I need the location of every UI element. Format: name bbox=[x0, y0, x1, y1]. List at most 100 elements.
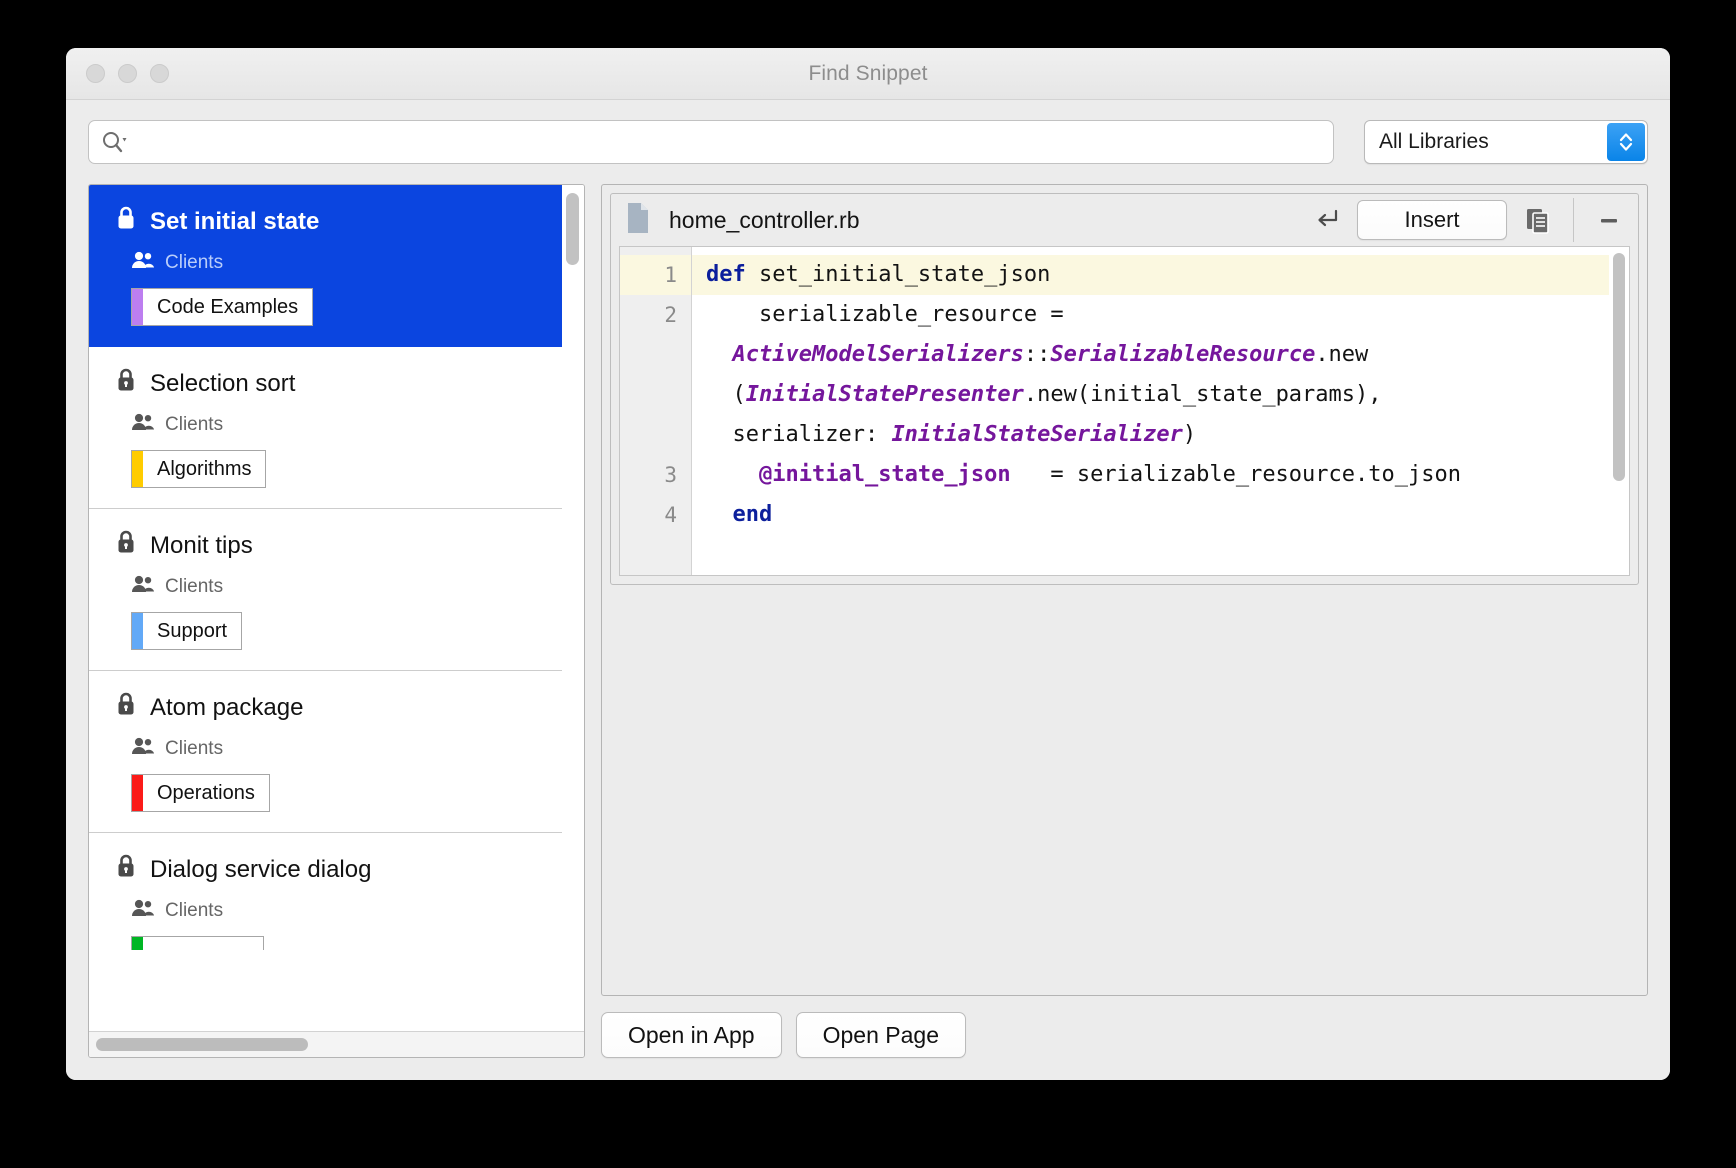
code-token: serializer: bbox=[706, 422, 892, 447]
snippet-item-title: Set initial state bbox=[150, 207, 320, 235]
zoom-button[interactable] bbox=[150, 64, 169, 83]
code-content[interactable]: def set_initial_state_json serializable_… bbox=[692, 247, 1629, 575]
lock-icon bbox=[115, 367, 137, 400]
traffic-lights bbox=[86, 64, 169, 83]
snippet-list-item[interactable]: Atom package Clients Operations bbox=[89, 671, 562, 833]
snippet-item-title: Dialog service dialog bbox=[150, 855, 372, 883]
code-line-number bbox=[620, 415, 691, 455]
snippet-item-group-label: Clients bbox=[165, 414, 224, 435]
code-line-number bbox=[620, 375, 691, 415]
snippet-item-tag[interactable]: Algorithms bbox=[131, 450, 267, 488]
snippet-item-tag-wrap: Code Examples bbox=[89, 276, 562, 330]
snippet-list-horizontal-scrollbar[interactable] bbox=[89, 1031, 584, 1057]
code-token: InitialStatePresenter bbox=[745, 382, 1024, 407]
snippet-item-group-label: Clients bbox=[165, 738, 224, 759]
code-token: SerializableResource bbox=[1050, 342, 1316, 367]
snippet-list-panel: Set initial state Clients Code Examples Sel… bbox=[88, 184, 585, 1058]
code-token: ) bbox=[1182, 422, 1197, 447]
snippet-list-item[interactable]: Dialog service dialog Clients bbox=[89, 833, 562, 971]
snippet-item-tag-wrap: Operations bbox=[89, 762, 562, 816]
code-line-number: 3 bbox=[664, 463, 677, 487]
snippet-card: home_controller.rb Insert 1 2 3 4 def se… bbox=[610, 193, 1639, 585]
code-token: set_initial_state_json bbox=[745, 262, 1051, 287]
tag-label bbox=[143, 937, 263, 950]
code-line: serializer: InitialStateSerializer) bbox=[692, 415, 1629, 455]
tag-label: Algorithms bbox=[143, 451, 266, 487]
snippet-item-title-row: Monit tips bbox=[89, 523, 562, 562]
scrollbar-thumb[interactable] bbox=[566, 193, 579, 265]
people-icon bbox=[131, 898, 155, 924]
code-line-number: 4 bbox=[664, 503, 677, 527]
snippet-list-item[interactable]: Set initial state Clients Code Examples bbox=[89, 185, 562, 347]
detail-column: home_controller.rb Insert 1 2 3 4 def se… bbox=[601, 184, 1648, 1058]
snippet-list: Set initial state Clients Code Examples Sel… bbox=[89, 185, 562, 1031]
people-icon bbox=[131, 412, 155, 438]
close-button[interactable] bbox=[86, 64, 105, 83]
snippet-item-tag-wrap: Algorithms bbox=[89, 438, 562, 492]
search-row: All Libraries bbox=[88, 120, 1648, 164]
lock-icon bbox=[115, 853, 137, 886]
code-line-number: 1 bbox=[620, 255, 691, 295]
code-viewer[interactable]: 1 2 3 4 def set_initial_state_json serializ… bbox=[619, 246, 1630, 576]
minus-icon[interactable] bbox=[1590, 201, 1628, 239]
tag-label: Operations bbox=[143, 775, 269, 811]
snippet-item-group-row: Clients bbox=[89, 400, 562, 438]
code-token: @initial_state_json bbox=[758, 462, 1011, 487]
snippet-item-group-label: Clients bbox=[165, 576, 224, 597]
code-line: end bbox=[692, 495, 1629, 535]
code-token: ActiveModelSerializers bbox=[732, 342, 1024, 367]
scrollbar-thumb[interactable] bbox=[1613, 253, 1625, 481]
insert-button[interactable]: Insert bbox=[1357, 200, 1507, 240]
open-page-button[interactable]: Open Page bbox=[795, 1012, 966, 1058]
copy-icon[interactable] bbox=[1519, 201, 1557, 239]
code-token: serializable_resource = bbox=[706, 302, 1064, 327]
window-titlebar: Find Snippet bbox=[66, 48, 1670, 100]
library-filter-label: All Libraries bbox=[1379, 130, 1489, 153]
code-token: .new(initial_state_params), bbox=[1023, 382, 1382, 407]
snippet-item-title-row: Atom package bbox=[89, 685, 562, 724]
tag-color-stripe bbox=[132, 451, 143, 487]
tag-color-stripe bbox=[132, 937, 143, 950]
search-input[interactable] bbox=[133, 131, 1321, 153]
code-token: end bbox=[732, 502, 773, 527]
search-field[interactable] bbox=[88, 120, 1334, 164]
people-icon bbox=[131, 250, 155, 276]
find-snippet-window: Find Snippet All Libraries Set initial s… bbox=[66, 48, 1670, 1080]
return-arrow-icon[interactable] bbox=[1307, 201, 1345, 239]
code-line: serializable_resource = bbox=[692, 295, 1629, 335]
lock-icon bbox=[115, 205, 137, 238]
window-title: Find Snippet bbox=[808, 61, 928, 85]
snippet-item-tag-wrap: Support bbox=[89, 600, 562, 654]
dialog-footer: Open in App Open Page bbox=[601, 996, 1648, 1058]
library-filter-dropdown[interactable]: All Libraries bbox=[1364, 120, 1648, 164]
snippet-item-title: Selection sort bbox=[150, 369, 296, 397]
snippet-list-scrollarea: Set initial state Clients Code Examples Sel… bbox=[89, 185, 584, 1031]
code-gutter: 1 2 3 4 bbox=[620, 247, 692, 575]
code-line: @initial_state_json = serializable_resou… bbox=[692, 455, 1629, 495]
snippet-item-group-row: Clients bbox=[89, 886, 562, 924]
snippet-item-tag[interactable]: Code Examples bbox=[131, 288, 314, 326]
people-icon bbox=[131, 574, 155, 600]
code-line: (InitialStatePresenter.new(initial_state… bbox=[692, 375, 1629, 415]
code-vertical-scrollbar[interactable] bbox=[1609, 247, 1629, 575]
code-token: ( bbox=[706, 382, 746, 407]
scrollbar-thumb[interactable] bbox=[96, 1038, 308, 1051]
snippet-item-group-row: Clients bbox=[89, 724, 562, 762]
snippet-list-item[interactable]: Selection sort Clients Algorithms bbox=[89, 347, 562, 509]
snippet-item-tag[interactable]: Support bbox=[131, 612, 243, 650]
snippet-item-title-row: Dialog service dialog bbox=[89, 847, 562, 886]
chevron-up-down-icon[interactable] bbox=[1607, 123, 1645, 161]
snippet-list-vertical-scrollbar[interactable] bbox=[562, 185, 584, 1031]
tag-label: Code Examples bbox=[143, 289, 313, 325]
code-token: InitialStateSerializer bbox=[891, 422, 1183, 447]
open-in-app-button[interactable]: Open in App bbox=[601, 1012, 782, 1058]
lock-icon bbox=[115, 529, 137, 562]
tag-label: Support bbox=[143, 613, 242, 649]
snippet-item-tag[interactable]: Operations bbox=[131, 774, 270, 812]
snippet-list-item[interactable]: Monit tips Clients Support bbox=[89, 509, 562, 671]
minimize-button[interactable] bbox=[118, 64, 137, 83]
snippet-item-tag[interactable] bbox=[131, 936, 264, 950]
snippet-item-group-row: Clients bbox=[89, 562, 562, 600]
search-icon[interactable] bbox=[101, 130, 127, 154]
